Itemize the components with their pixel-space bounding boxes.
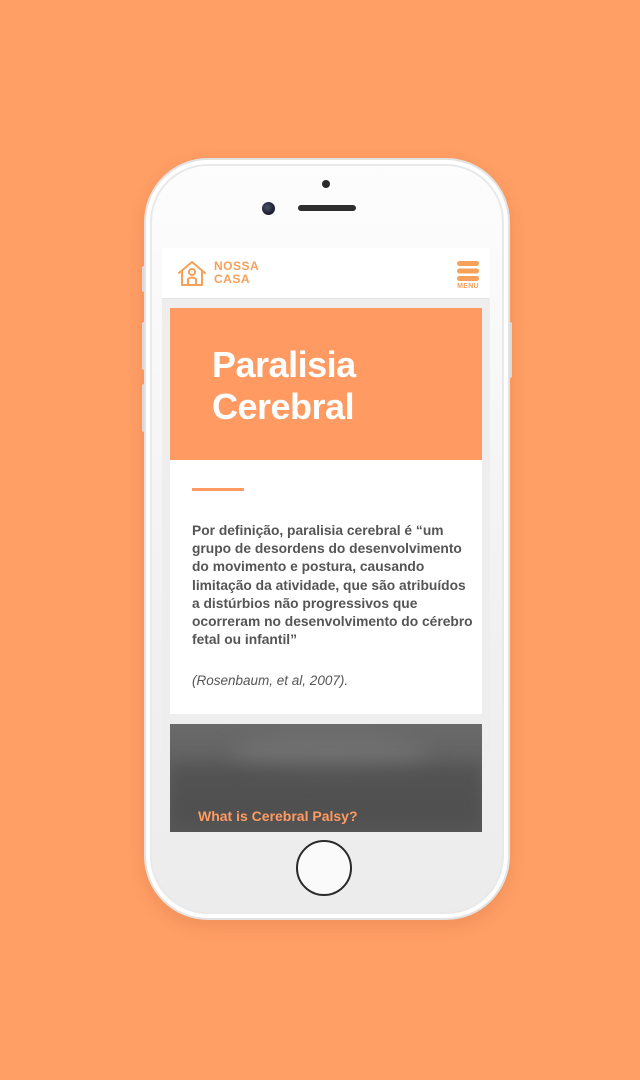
menu-label: MENU: [457, 283, 479, 290]
video-title[interactable]: What is Cerebral Palsy?: [198, 808, 358, 824]
phone-power-button: [508, 322, 512, 378]
page-title: Paralisia Cerebral: [212, 344, 356, 427]
mockup-stage: NOSSA CASA MENU Paralisia Cerebral Por d…: [0, 0, 640, 1080]
definition-text: Por definição, paralisia cerebral é “um …: [192, 523, 473, 648]
video-card[interactable]: What is Cerebral Palsy?: [170, 724, 482, 832]
site-logo[interactable]: NOSSA CASA: [176, 258, 259, 288]
phone-speaker: [298, 205, 356, 211]
phone-front-camera: [262, 202, 275, 215]
menu-button[interactable]: MENU: [456, 260, 480, 290]
phone-home-button: [296, 840, 352, 896]
phone-screen: NOSSA CASA MENU Paralisia Cerebral Por d…: [162, 248, 490, 832]
hamburger-menu-icon: [457, 261, 479, 281]
article-card: Paralisia Cerebral Por definição, parali…: [170, 308, 482, 714]
phone-sensor: [322, 180, 330, 188]
site-header: NOSSA CASA MENU: [162, 248, 490, 299]
brand-name: NOSSA CASA: [214, 260, 259, 286]
brand-name-line2: CASA: [214, 272, 251, 286]
house-person-icon: [178, 261, 206, 286]
hero-banner: Paralisia Cerebral: [170, 308, 482, 460]
citation-text: (Rosenbaum, et al, 2007).: [192, 673, 349, 688]
accent-divider: [192, 488, 244, 491]
